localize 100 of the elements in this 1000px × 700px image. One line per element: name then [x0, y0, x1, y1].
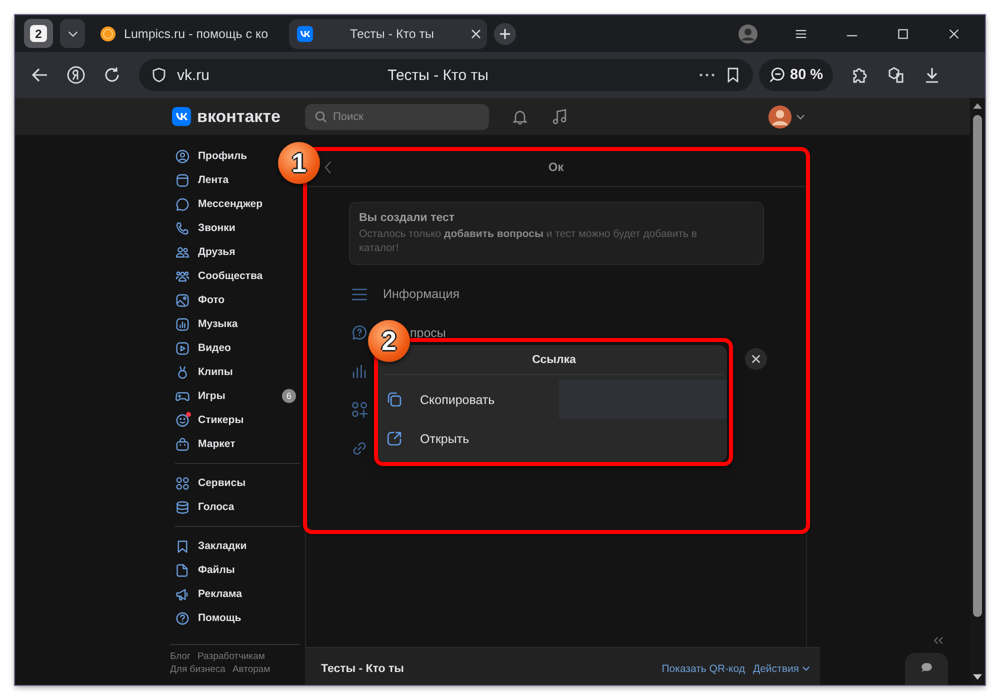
sidebar-item[interactable]: Видео [175, 340, 231, 356]
close-icon[interactable] [471, 28, 481, 38]
megaphone-icon [175, 586, 190, 602]
sidebar-item[interactable]: Реклама [175, 586, 242, 602]
tab-list-button[interactable] [60, 19, 85, 48]
sidebar-item[interactable]: Лента [175, 172, 229, 188]
vk-logo-icon [297, 26, 313, 42]
url-domain: vk.ru [177, 66, 211, 84]
avatar-icon[interactable] [768, 104, 792, 128]
sidebar-item[interactable]: Голоса [175, 500, 234, 514]
image-icon [175, 292, 190, 308]
bag-icon [175, 436, 190, 452]
sidebar-item[interactable]: Звонки [175, 220, 236, 236]
sidebar-item[interactable]: Маркет [175, 436, 236, 452]
more-icon[interactable] [699, 73, 715, 77]
puzzle-icon[interactable] [851, 66, 870, 84]
footer-link[interactable]: Разработчикам [198, 651, 265, 662]
scroll-down-icon[interactable] [973, 674, 982, 680]
search-icon [315, 110, 327, 122]
hand-icon [175, 364, 190, 380]
collections-icon[interactable] [887, 66, 906, 84]
sidebar-item[interactable]: Музыка [175, 316, 238, 332]
new-tab-button[interactable] [494, 22, 516, 44]
bookmark-icon[interactable] [725, 67, 741, 83]
footer-title: Тесты - Кто ты [321, 662, 404, 674]
file-icon [175, 562, 190, 578]
menu-item[interactable]: просы [410, 326, 446, 340]
footer-link[interactable]: Авторам [232, 664, 270, 675]
back-arrow-icon[interactable] [31, 66, 49, 84]
maximize-icon[interactable] [897, 28, 909, 40]
zoom-out-icon [769, 67, 785, 83]
help-icon [175, 610, 190, 626]
address-bar[interactable]: vk.ru Тесты - Кто ты [139, 59, 753, 91]
reload-icon[interactable] [103, 66, 121, 84]
site-logo-text[interactable]: вконтакте [197, 106, 280, 126]
bar-chart-icon [351, 362, 368, 380]
play-icon [175, 340, 190, 356]
bookmark-icon [175, 538, 190, 554]
person-icon [175, 148, 190, 164]
actions-link[interactable]: Действия [752, 662, 810, 674]
step-number-badge: 1 [278, 142, 320, 184]
double-chevron-icon[interactable] [933, 636, 944, 645]
plus-icon [499, 28, 511, 40]
popup-title: Ссылка [532, 354, 576, 366]
panel-title: Ок [548, 160, 564, 174]
caret-icon[interactable] [796, 114, 805, 120]
caret-icon [802, 666, 810, 671]
site-favicon-icon [100, 26, 116, 42]
group-icon [175, 268, 190, 284]
speech-bubble-icon [920, 662, 932, 674]
external-link-icon [386, 430, 403, 447]
sidebar-item[interactable]: Закладки [175, 538, 247, 554]
sidebar-item[interactable]: Сообщества [175, 268, 263, 284]
chevron-left-icon[interactable] [324, 160, 332, 174]
grid-icon [175, 476, 190, 490]
coins-icon [175, 500, 190, 514]
scroll-up-icon[interactable] [973, 103, 982, 109]
sidebar-item[interactable]: Фото [175, 292, 225, 308]
sidebar-item[interactable]: Помощь [175, 610, 242, 626]
circle-letter-icon[interactable] [67, 66, 85, 84]
browser-tab[interactable]: Lumpics.ru - помощь с ко [92, 18, 282, 48]
footer-link[interactable]: Блог [170, 651, 191, 662]
sidebar-item[interactable]: Сервисы [175, 476, 246, 490]
search-field[interactable]: Поиск [305, 104, 489, 130]
sidebar-item[interactable]: Стикеры [175, 412, 244, 428]
sidebar-item[interactable]: Игры [175, 388, 226, 404]
sidebar-item[interactable]: Мессенджер [175, 196, 263, 212]
speech-bubble-icon [175, 196, 190, 212]
menu-icon[interactable] [795, 28, 807, 40]
notice-text: Осталось только добавить вопросы и тест можно будет добавить в каталог! [359, 227, 698, 256]
close-icon[interactable] [948, 28, 960, 40]
chat-button[interactable] [905, 653, 948, 685]
people-icon [175, 244, 190, 260]
notice-title: Вы создали тест [359, 212, 456, 224]
tab-counter-button[interactable]: 2 [24, 19, 53, 48]
copy-icon [386, 391, 403, 408]
panel-icon [175, 172, 190, 188]
chevron-down-icon [68, 28, 78, 38]
sidebar-item[interactable]: Профиль [175, 148, 248, 164]
close-button[interactable] [745, 348, 767, 370]
music-note-icon[interactable] [551, 108, 569, 126]
smiley-icon [175, 412, 190, 428]
apps-plus-icon [351, 401, 368, 418]
link-icon [351, 440, 368, 457]
popup-menu-item[interactable]: Открыть [377, 419, 727, 458]
footer-link[interactable]: Для бизнеса [170, 664, 226, 675]
phone-icon [175, 220, 190, 236]
zoom-button[interactable]: 80 % [759, 59, 834, 91]
equalizer-icon [175, 316, 190, 332]
qr-code-link[interactable]: Показать QR-код [662, 662, 745, 674]
browser-tab[interactable]: Тесты - Кто ты [289, 18, 487, 48]
sidebar-item[interactable]: Файлы [175, 562, 235, 578]
question-bubble-icon [351, 324, 368, 342]
step-number-badge: 2 [368, 320, 410, 362]
sidebar-item[interactable]: Друзья [175, 244, 236, 260]
sidebar-item[interactable]: Клипы [175, 364, 233, 380]
vk-logo-icon[interactable] [172, 107, 191, 126]
counter-badge: 6 [282, 389, 296, 403]
scrollbar-thumb[interactable] [973, 115, 982, 617]
menu-item[interactable]: Информация [383, 287, 460, 302]
